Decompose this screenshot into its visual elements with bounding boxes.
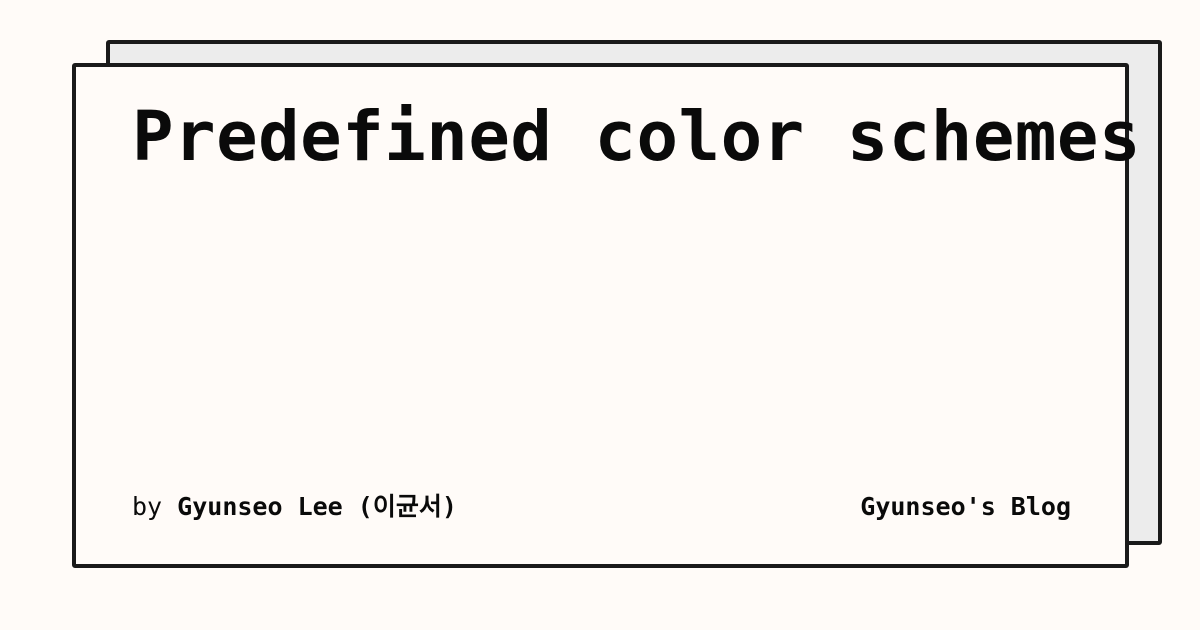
byline-prefix: by — [132, 492, 163, 521]
og-card: Predefined color schemes by Gyunseo Lee … — [72, 63, 1141, 568]
author-name: Gyunseo Lee (이균서) — [177, 492, 457, 521]
author-byline: by Gyunseo Lee (이균서) — [132, 494, 457, 519]
post-title: Predefined color schemes — [132, 97, 1141, 177]
blog-name: Gyunseo's Blog — [860, 492, 1071, 521]
